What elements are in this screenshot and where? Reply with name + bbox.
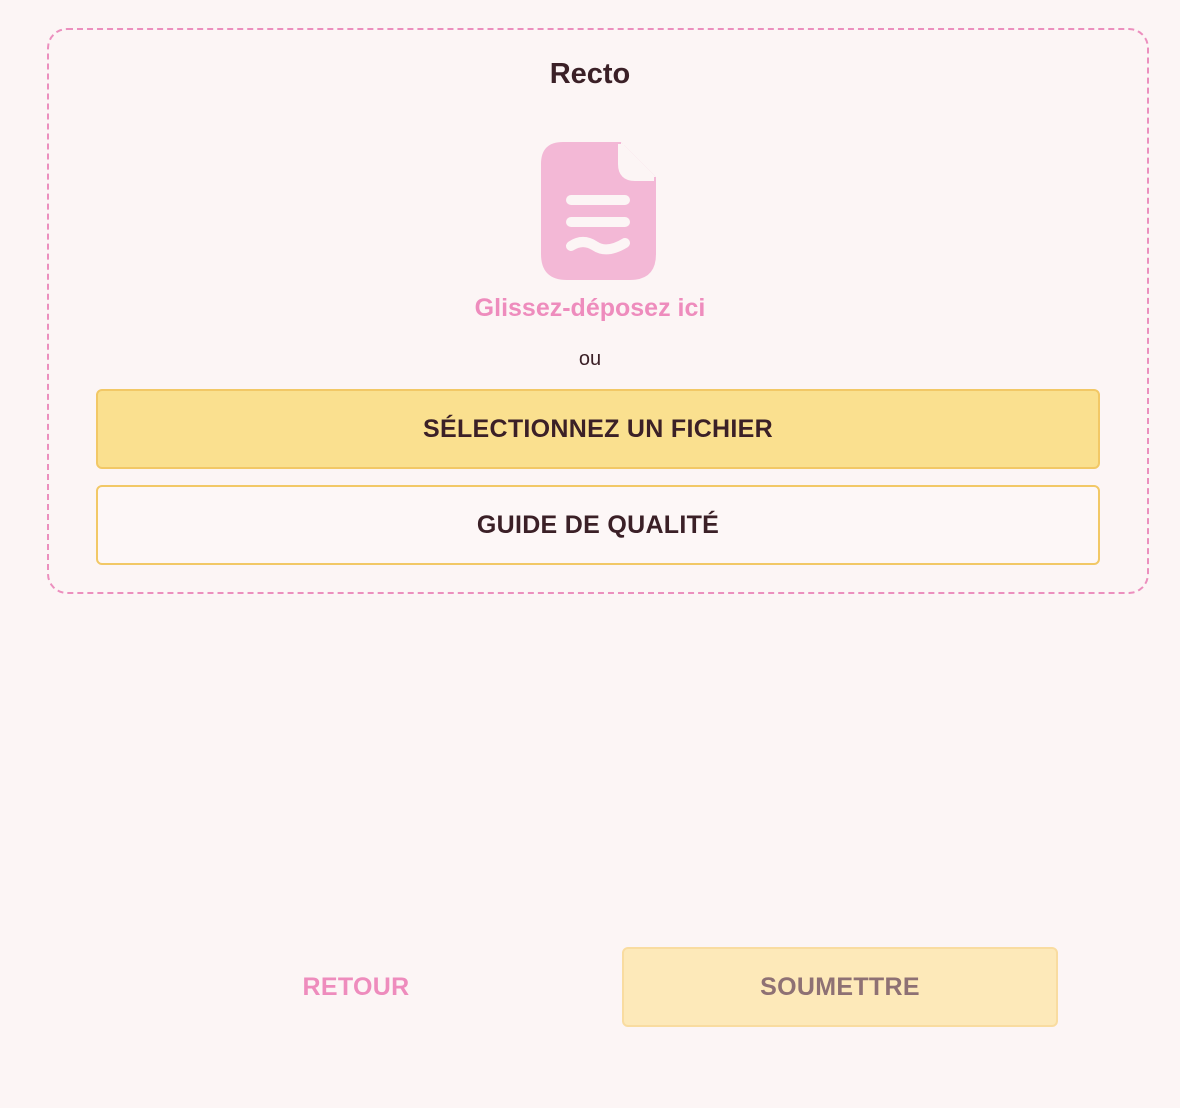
select-file-button[interactable]: SÉLECTIONNEZ UN FICHIER (96, 389, 1100, 469)
upload-title: Recto (549, 58, 631, 90)
document-icon (541, 142, 656, 280)
quality-guide-button[interactable]: GUIDE DE QUALITÉ (96, 485, 1100, 565)
drop-hint: Glissez-déposez ici (474, 294, 706, 322)
back-button[interactable]: RETOUR (197, 947, 515, 1027)
or-separator: ou (578, 348, 602, 370)
submit-button[interactable]: SOUMETTRE (622, 947, 1058, 1027)
